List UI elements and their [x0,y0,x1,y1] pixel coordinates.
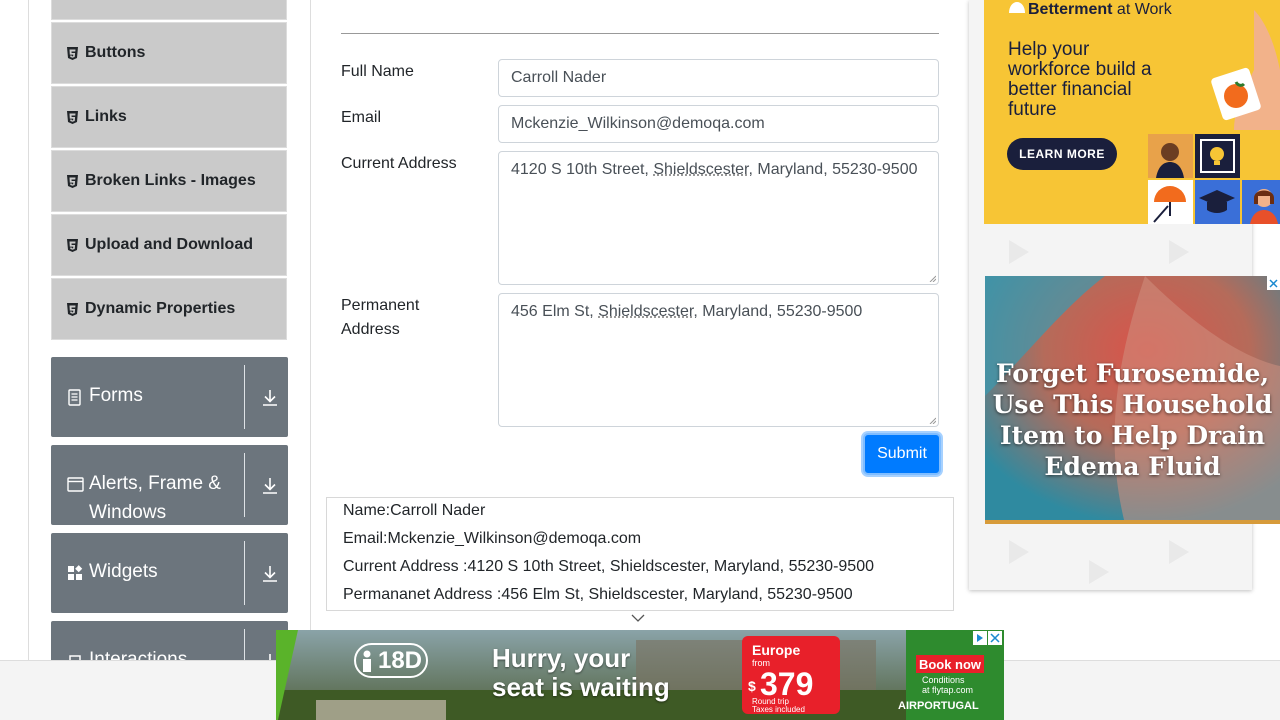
permanent-address-textarea[interactable]: 456 Elm St, Shieldscester, Maryland, 552… [498,293,939,427]
email-input[interactable]: Mckenzie_Wilkinson@demoqa.com [498,105,939,143]
sidebar-item-broken-links[interactable]: Broken Links - Images [51,150,287,212]
betterment-ad[interactable]: Betterment at Work Help your workforce b… [984,0,1280,224]
person-icon [362,650,371,672]
address-text-part: , Maryland, 55230-9500 [693,303,863,320]
sidebar-group-label: Alerts, Frame & [89,473,221,494]
resize-handle-icon[interactable] [928,416,936,424]
html5-icon [66,46,78,60]
output-email: Email:Mckenzie_Wilkinson@demoqa.com [343,530,642,547]
html5-icon [66,174,78,188]
sidebar-group-forms[interactable]: Forms [51,357,288,437]
divider [244,453,245,517]
current-address-textarea[interactable]: 4120 S 10th Street, Shieldscester, Maryl… [498,151,939,285]
tap-airportugal-ad[interactable]: 18D Hurry, your seat is waiting Europe f… [276,630,1004,720]
label-line: Address [341,321,400,338]
submit-button[interactable]: Submit [863,433,941,475]
age-text: 18D [377,646,423,674]
address-text-part: 456 Elm St, [511,303,599,320]
person-tile-icon [1148,134,1193,178]
promo-currency: $ [748,678,756,694]
book-now-button[interactable]: Book now [916,655,984,673]
edema-ad[interactable]: Forget Furosemide, Use This Household It… [985,276,1280,524]
address-text-part: , Maryland, 55230-9500 [748,161,918,178]
full-name-input[interactable]: Carroll Nader [498,59,939,97]
lightbulb-tile-icon [1195,134,1240,178]
ad-headline: Hurry, your seat is waiting [492,643,670,702]
sidebar-item-label: Broken Links - Images [85,172,256,189]
current-address-label: Current Address [341,155,457,172]
betterment-logo-icon [1009,2,1025,13]
sidebar-group-label-line2: Windows [89,502,167,523]
document-icon [67,389,84,406]
form-divider [341,33,939,34]
output-box: Name:Carroll Nader Email:Mckenzie_Wilkin… [326,497,954,611]
ad-choices-icon[interactable] [973,631,1003,645]
download-arrow-icon[interactable] [259,387,281,409]
age-rating-badge: 18D [354,643,428,678]
sidebar-item-label: Upload and Download [85,236,253,253]
promo-top: Europe [752,642,801,658]
sidebar-item-label: Links [85,108,127,125]
chevron-down-icon[interactable] [631,613,645,623]
sidebar: Buttons Links Broken Links - Images Uplo… [28,0,311,720]
umbrella-tile-icon [1148,180,1193,224]
sidebar-group-alerts[interactable]: Alerts, Frame & Windows [51,445,288,525]
widgets-icon [67,565,84,582]
sidebar-group-label: Forms [89,385,143,406]
full-name-label: Full Name [341,63,414,80]
sidebar-item-dynamic-properties[interactable]: Dynamic Properties [51,278,287,340]
download-arrow-icon[interactable] [259,475,281,497]
graduation-cap-tile-icon [1195,180,1240,224]
label-line: Permanent [341,297,420,314]
email-label: Email [341,109,382,126]
ad-brand: Betterment at Work [1008,1,1172,19]
sidebar-item-buttons[interactable]: Buttons [51,22,287,84]
price-badge: Europe from $ 379 Round trip Taxes includ… [742,636,840,714]
ad-progress-bar [985,520,1280,524]
download-arrow-icon[interactable] [259,563,281,585]
ad-conditions: Conditions at flytap.com [922,675,974,695]
sidebar-group-widgets[interactable]: Widgets [51,533,288,613]
sidebar-item-previous[interactable] [51,0,287,20]
woman-tile-icon [1242,180,1280,224]
html5-icon [66,302,78,316]
ad-headline: Forget Furosemide, Use This Household It… [992,359,1273,481]
sidebar-item-upload-download[interactable]: Upload and Download [51,214,287,276]
divider [244,365,245,429]
page: Buttons Links Broken Links - Images Uplo… [0,0,1280,720]
divider [244,541,245,605]
hand-apple-icon [1211,10,1280,130]
output-name: Name:Carroll Nader [343,502,486,519]
promo-sub: Round trip Taxes included [752,697,805,714]
html5-icon [66,110,78,124]
sidebar-item-label: Dynamic Properties [85,300,236,317]
output-current-address: Current Address :4120 S 10th Street, Shi… [343,558,874,575]
output-permanent-address: Permananet Address :456 Elm St, Shieldsc… [343,586,853,603]
learn-more-button[interactable]: LEARN MORE [1007,138,1117,170]
resize-handle-icon[interactable] [928,274,936,282]
sidebar-item-label: Buttons [85,44,146,61]
sidebar-group-label: Widgets [89,561,158,582]
close-icon[interactable] [1267,276,1280,290]
sidebar-item-links[interactable]: Links [51,86,287,148]
address-city: Shieldscester [653,161,749,178]
address-text-part: 4120 S 10th Street, [511,161,654,178]
permanent-address-label: Permanent Address [341,294,419,342]
ad-headline: Help your workforce build a better finan… [1008,39,1152,120]
window-icon [67,477,84,494]
airline-logo: AIRPORTUGAL [898,700,979,712]
address-city: Shieldscester [598,303,694,320]
html5-icon [66,238,78,252]
